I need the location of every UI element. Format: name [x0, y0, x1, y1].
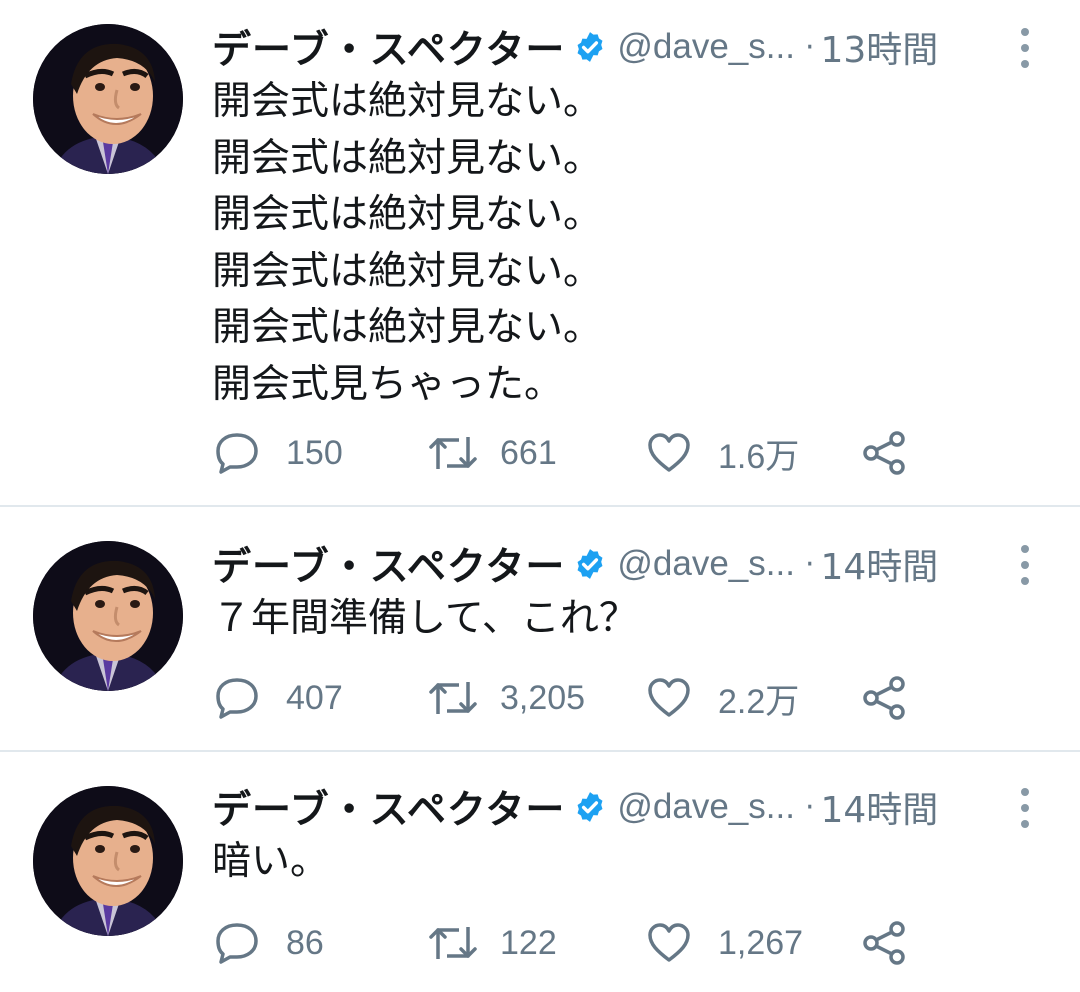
tweet-text: ７年間準備して、これ？ — [212, 591, 1020, 648]
tweet-actions: 407 3,205 2.2万 — [0, 673, 1080, 723]
reply-button[interactable]: 150 — [214, 428, 343, 478]
more-options-icon[interactable] — [1018, 545, 1032, 585]
share-icon — [863, 676, 905, 720]
more-options-icon[interactable] — [1018, 28, 1032, 68]
heart-icon — [648, 678, 690, 717]
tweet-2[interactable]: デーブ・スペクター @dave_s... · 14時間 ７年間準備して、これ？ … — [0, 507, 1080, 750]
reply-icon — [216, 678, 258, 719]
dot-separator: · — [804, 789, 815, 825]
text-line: ７年間準備して、これ？ — [212, 596, 638, 641]
timestamp[interactable]: 13時間 — [821, 21, 939, 73]
text-line: 暗い。 — [212, 839, 330, 884]
profile-photo — [33, 786, 183, 936]
more-options-icon[interactable] — [1018, 788, 1032, 828]
timestamp[interactable]: 14時間 — [821, 538, 939, 590]
verified-badge-icon — [573, 790, 607, 824]
profile-photo — [33, 24, 183, 174]
like-count: 2.2万 — [718, 682, 800, 721]
share-button[interactable] — [862, 428, 908, 478]
reply-button[interactable]: 86 — [214, 918, 324, 968]
share-button[interactable] — [862, 673, 908, 723]
dot-separator: · — [804, 546, 815, 582]
tweet-header: デーブ・スペクター @dave_s... · 13時間 — [212, 19, 980, 75]
verified-badge-icon — [573, 30, 607, 64]
retweet-count: 661 — [500, 433, 557, 472]
heart-icon — [648, 433, 690, 472]
text-line: 開会式は絶対見ない。 — [212, 192, 603, 237]
reply-button[interactable]: 407 — [214, 673, 343, 723]
tweet-text: 開会式は絶対見ない。 開会式は絶対見ない。 開会式は絶対見ない。 開会式は絶対見… — [212, 74, 1020, 413]
timestamp[interactable]: 14時間 — [821, 781, 939, 833]
tweet-header: デーブ・スペクター @dave_s... · 14時間 — [212, 779, 980, 835]
share-icon — [863, 921, 905, 965]
like-count: 1.6万 — [718, 437, 800, 476]
author-handle[interactable]: @dave_s... — [617, 787, 795, 827]
text-line: 開会式は絶対見ない。 — [212, 305, 603, 350]
text-line: 開会式は絶対見ない。 — [212, 135, 603, 181]
retweet-button[interactable]: 3,205 — [428, 673, 585, 723]
author-handle[interactable]: @dave_s... — [617, 544, 795, 584]
like-button[interactable]: 2.2万 — [647, 673, 799, 723]
verified-badge-icon — [573, 547, 607, 581]
avatar[interactable] — [33, 786, 183, 936]
tweet-text: 暗い。 — [212, 834, 1020, 891]
retweet-icon — [429, 682, 477, 714]
like-button[interactable]: 1,267 — [647, 918, 803, 968]
retweet-button[interactable]: 661 — [428, 428, 557, 478]
share-icon — [863, 431, 905, 475]
heart-icon — [648, 923, 690, 962]
text-line: 開会式は絶対見ない。 — [212, 248, 603, 294]
author-name[interactable]: デーブ・スペクター — [212, 779, 565, 835]
retweet-count: 122 — [500, 923, 557, 962]
tweet-actions: 150 661 1.6万 — [0, 428, 1080, 478]
profile-photo — [33, 541, 183, 691]
author-handle[interactable]: @dave_s... — [617, 27, 795, 67]
retweet-icon — [429, 437, 477, 469]
text-line: 開会式見ちゃった。 — [212, 361, 564, 407]
tweet-3[interactable]: デーブ・スペクター @dave_s... · 14時間 暗い。 86 122 1… — [0, 752, 1080, 992]
avatar[interactable] — [33, 541, 183, 691]
avatar[interactable] — [33, 24, 183, 174]
tweet-header: デーブ・スペクター @dave_s... · 14時間 — [212, 536, 980, 592]
share-button[interactable] — [862, 918, 908, 968]
reply-icon — [216, 433, 258, 474]
author-name[interactable]: デーブ・スペクター — [212, 19, 565, 75]
dot-separator: · — [804, 29, 815, 65]
like-button[interactable]: 1.6万 — [647, 428, 799, 478]
reply-icon — [216, 923, 258, 964]
author-name[interactable]: デーブ・スペクター — [212, 536, 565, 592]
reply-count: 86 — [286, 923, 324, 962]
retweet-button[interactable]: 122 — [428, 918, 557, 968]
tweet-1[interactable]: デーブ・スペクター @dave_s... · 13時間 開会式は絶対見ない。 開… — [0, 0, 1080, 505]
reply-count: 150 — [286, 433, 343, 472]
tweet-actions: 86 122 1,267 — [0, 918, 1080, 968]
like-count: 1,267 — [718, 923, 804, 962]
retweet-icon — [429, 927, 477, 959]
retweet-count: 3,205 — [500, 678, 586, 717]
text-line: 開会式は絶対見ない。 — [212, 79, 603, 124]
reply-count: 407 — [286, 678, 343, 717]
